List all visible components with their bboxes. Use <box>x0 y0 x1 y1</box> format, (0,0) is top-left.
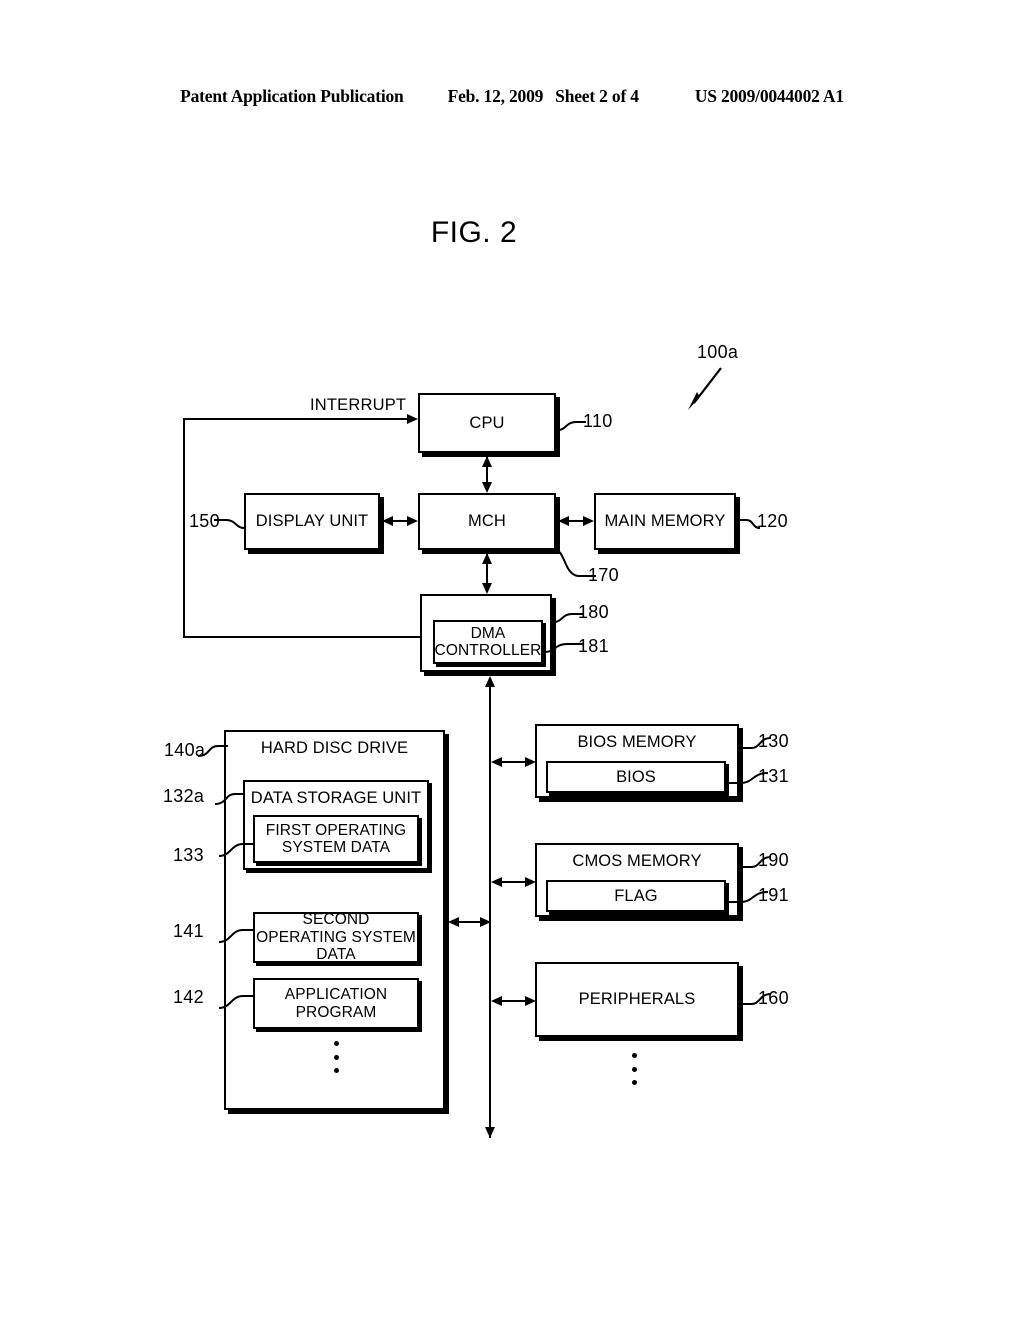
ref-label-100a: 100a <box>697 342 739 362</box>
ref-label-181: 181 <box>578 636 609 656</box>
block-bios-memory-label: BIOS MEMORY <box>577 733 697 751</box>
block-application-program-label: APPLICATION PROGRAM <box>284 986 388 1021</box>
ref-label-133: 133 <box>173 845 204 865</box>
block-peripherals-label: PERIPHERALS <box>578 990 696 1009</box>
block-main-memory[interactable]: MAIN MEMORY <box>594 493 736 550</box>
ref-label-130: 130 <box>758 731 789 751</box>
block-cmos-memory-label: CMOS MEMORY <box>572 852 702 870</box>
block-display-unit[interactable]: DISPLAY UNIT <box>244 493 380 550</box>
system-bus-vertical <box>489 678 491 1138</box>
block-cpu-label: CPU <box>469 413 505 432</box>
display-mch-arrowhead-left <box>382 515 393 526</box>
bus-bios-arrowhead-left <box>491 756 502 767</box>
block-hard-disc-drive-label: HARD DISC DRIVE <box>260 739 409 757</box>
interrupt-label: INTERRUPT <box>310 396 407 414</box>
ref-label-142: 142 <box>173 987 204 1007</box>
ref-label-120: 120 <box>757 511 788 531</box>
block-application-program[interactable]: APPLICATION PROGRAM <box>253 978 419 1029</box>
block-flag[interactable]: FLAG <box>546 880 726 912</box>
display-mch-arrowhead-right <box>407 515 418 526</box>
leader-first-os-data <box>218 843 255 857</box>
mch-mainmemory-arrowhead-right <box>583 515 594 526</box>
ref-label-191: 191 <box>758 885 789 905</box>
hdd-ellipsis <box>333 1041 339 1073</box>
block-dma-controller-label: DMA CONTROLLER <box>434 624 542 659</box>
bus-peripherals-arrowhead-right <box>525 995 536 1006</box>
interrupt-arrowhead <box>407 413 418 424</box>
system-bus-arrowhead-top <box>484 676 495 687</box>
mch-mainmemory-arrowhead-left <box>558 515 569 526</box>
bus-hdd-arrowhead-right <box>480 916 491 927</box>
block-first-os-data[interactable]: FIRST OPERATING SYSTEM DATA <box>253 815 419 863</box>
interrupt-line-top <box>183 418 409 420</box>
bus-cmos-arrowhead-right <box>525 876 536 887</box>
ref-label-180: 180 <box>578 602 609 622</box>
block-display-unit-label: DISPLAY UNIT <box>255 512 369 531</box>
block-second-os-data-label: SECOND OPERATING SYSTEM DATA <box>256 911 416 964</box>
leader-data-storage-unit <box>214 793 245 805</box>
mch-ich-arrowhead-down <box>481 583 492 594</box>
block-data-storage-unit-label: DATA STORAGE UNIT <box>250 789 422 807</box>
bus-hdd-arrowhead-left <box>448 916 459 927</box>
bus-bios-arrowhead-right <box>525 756 536 767</box>
peripherals-ellipsis <box>631 1053 637 1085</box>
bus-cmos-arrowhead-left <box>491 876 502 887</box>
ref-label-150: 150 <box>189 511 220 531</box>
interrupt-line-bottom <box>183 636 422 638</box>
cpu-mch-arrowhead-down <box>481 482 492 493</box>
ref-label-160: 160 <box>758 988 789 1008</box>
block-bios[interactable]: BIOS <box>546 761 726 793</box>
mch-ich-arrowhead-up <box>481 553 492 564</box>
ref-label-190: 190 <box>758 850 789 870</box>
interrupt-line-left <box>183 418 185 638</box>
block-mch-label: MCH <box>468 512 506 531</box>
ref-label-131: 131 <box>758 766 789 786</box>
leader-second-os-data <box>218 929 255 943</box>
leader-application-program <box>218 995 255 1009</box>
block-dma-controller[interactable]: DMA CONTROLLER <box>433 620 543 664</box>
cpu-mch-arrowhead-up <box>481 456 492 467</box>
bus-peripherals-arrowhead-left <box>491 995 502 1006</box>
block-mch[interactable]: MCH <box>418 493 556 550</box>
system-pointer-arrow <box>688 367 722 410</box>
block-cpu[interactable]: CPU <box>418 393 556 453</box>
figure-2-diagram: 100a INTERRUPT CPU 110 DISPLAY UNIT 150 … <box>0 0 1024 1320</box>
block-second-os-data[interactable]: SECOND OPERATING SYSTEM DATA <box>253 911 419 964</box>
block-main-memory-label: MAIN MEMORY <box>604 512 726 531</box>
block-peripherals[interactable]: PERIPHERALS <box>535 962 739 1037</box>
system-bus-arrowhead-bottom <box>484 1127 495 1138</box>
block-first-os-data-label: FIRST OPERATING SYSTEM DATA <box>265 821 407 856</box>
ref-label-140a: 140a <box>164 740 206 760</box>
block-bios-label: BIOS <box>616 767 656 786</box>
ref-label-141: 141 <box>173 921 204 941</box>
ref-label-132a: 132a <box>163 786 205 806</box>
block-flag-label: FLAG <box>614 886 658 905</box>
ref-label-110: 110 <box>583 411 613 431</box>
ref-label-170: 170 <box>588 565 619 585</box>
